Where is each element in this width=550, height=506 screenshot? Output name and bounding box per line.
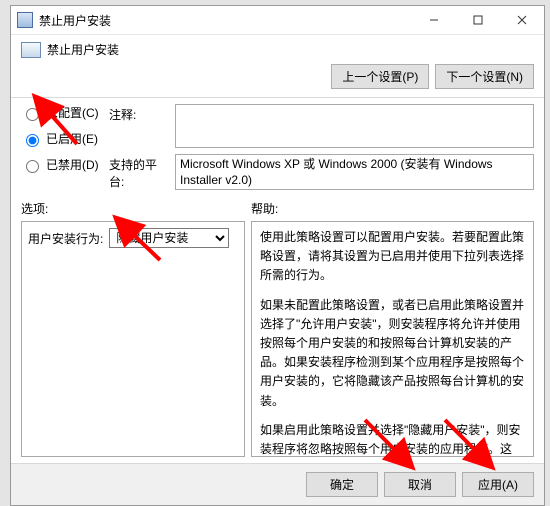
help-section-label: 帮助: [251, 200, 534, 217]
behavior-select[interactable]: 隐藏用户安装允许用户安装禁止用户安装 [109, 228, 229, 248]
radio-not-configured[interactable]: 未配置(C) [21, 104, 109, 121]
maximize-button[interactable] [456, 6, 500, 34]
comment-label: 注释: [109, 104, 169, 123]
radio-not-configured-label: 未配置(C) [46, 104, 99, 121]
help-panel[interactable]: 使用此策略设置可以配置用户安装。若要配置此策略设置，请将其设置为已启用并使用下拉… [251, 221, 534, 457]
platform-label: 支持的平台: [109, 154, 169, 190]
titlebar: 禁止用户安装 [11, 6, 544, 35]
window-title: 禁止用户安装 [39, 12, 412, 29]
radio-enabled[interactable]: 已启用(E) [21, 130, 109, 147]
state-radio-group: 未配置(C) 已启用(E) 已禁用(D) [21, 104, 109, 173]
help-paragraph-1: 使用此策略设置可以配置用户安装。若要配置此策略设置，请将其设置为已启用并使用下拉… [260, 228, 525, 286]
supported-platform-text: Microsoft Windows XP 或 Windows 2000 (安装有… [180, 157, 493, 187]
previous-setting-button[interactable]: 上一个设置(P) [331, 64, 429, 89]
radio-enabled-input[interactable] [26, 134, 39, 147]
help-paragraph-3: 如果启用此策略设置并选择"隐藏用户安装"，则安装程序将忽略按照每个用户安装的应用… [260, 421, 525, 457]
policy-subtitle: 禁止用户安装 [47, 41, 119, 58]
policy-icon [21, 42, 41, 58]
help-paragraph-2: 如果未配置此策略设置，或者已启用此策略设置并选择了"允许用户安装"，则安装程序将… [260, 296, 525, 411]
radio-not-configured-input[interactable] [26, 108, 39, 121]
app-icon [17, 12, 33, 28]
radio-disabled[interactable]: 已禁用(D) [21, 156, 109, 173]
radio-disabled-input[interactable] [26, 160, 39, 173]
options-panel: 用户安装行为: 隐藏用户安装允许用户安装禁止用户安装 [21, 221, 245, 457]
behavior-label: 用户安装行为: [28, 230, 103, 247]
apply-button[interactable]: 应用(A) [462, 472, 534, 497]
next-setting-button[interactable]: 下一个设置(N) [435, 64, 534, 89]
ok-button[interactable]: 确定 [306, 472, 378, 497]
radio-disabled-label: 已禁用(D) [46, 156, 99, 173]
options-section-label: 选项: [21, 200, 251, 217]
radio-enabled-label: 已启用(E) [46, 130, 98, 147]
minimize-button[interactable] [412, 6, 456, 34]
cancel-button[interactable]: 取消 [384, 472, 456, 497]
dialog-button-bar: 确定 取消 应用(A) [11, 463, 544, 505]
policy-editor-window: 禁止用户安装 禁止用户安装 上一个设置(P) 下一个设置(N) [10, 5, 545, 506]
supported-platform-box[interactable]: Microsoft Windows XP 或 Windows 2000 (安装有… [175, 154, 534, 190]
close-button[interactable] [500, 6, 544, 34]
comment-textarea[interactable] [175, 104, 534, 148]
